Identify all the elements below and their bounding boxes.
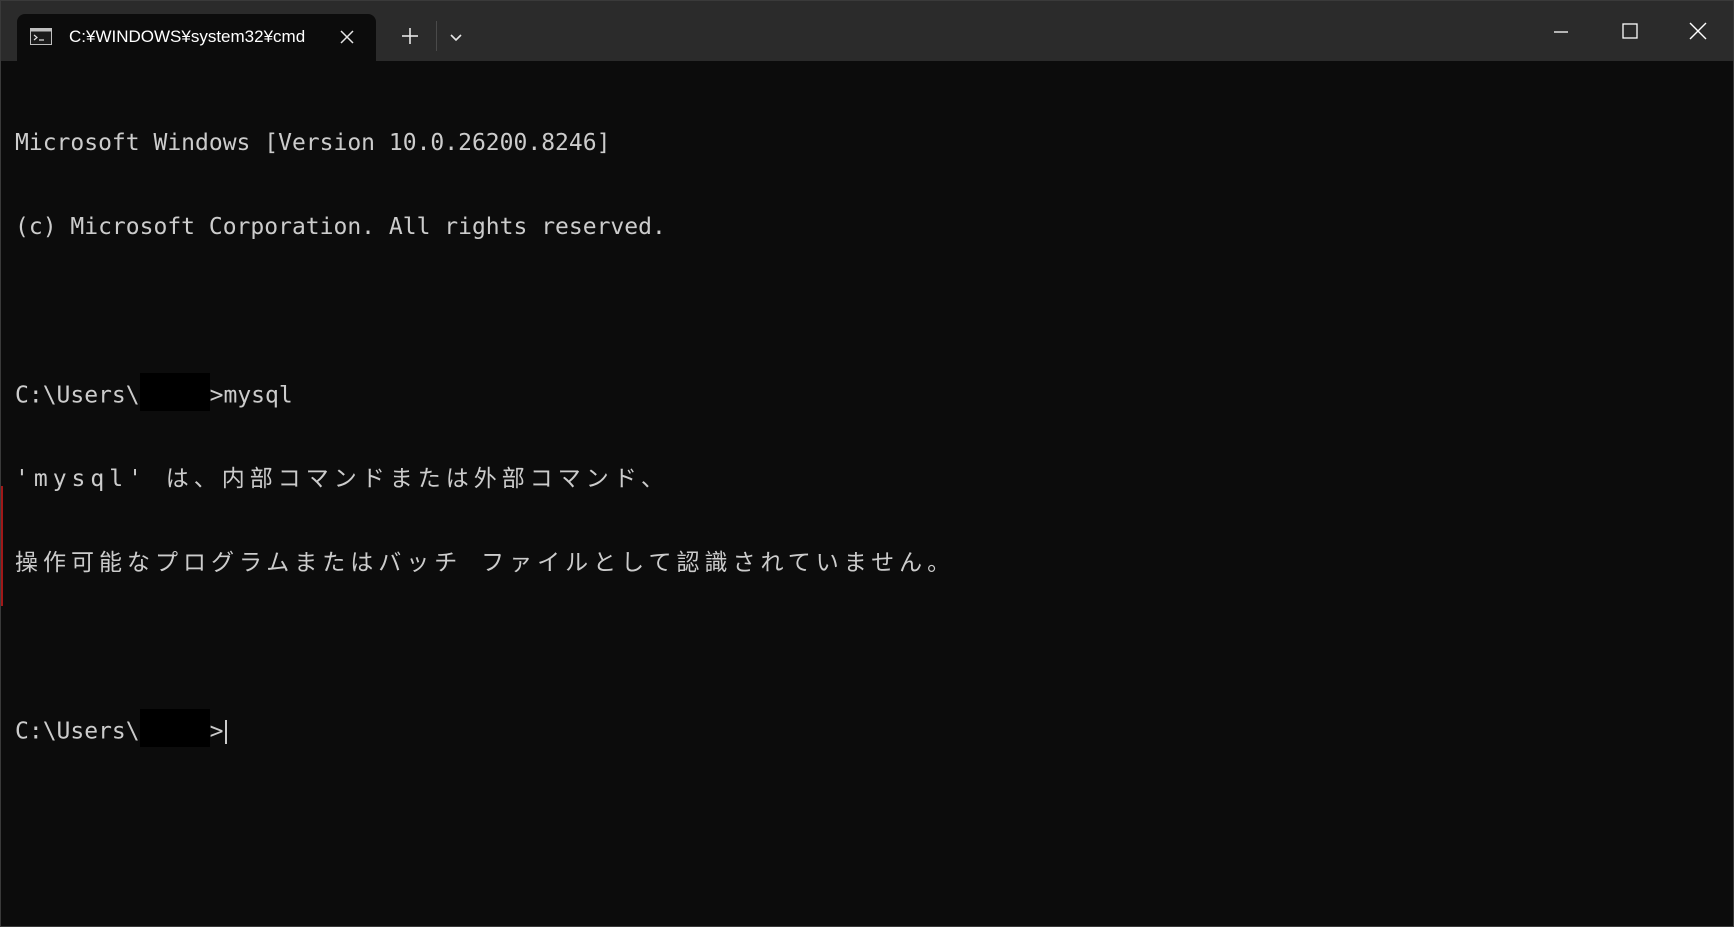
background-window-edge bbox=[1, 486, 3, 606]
terminal-window: C:¥WINDOWS¥system32¥cmd Microsoft Window… bbox=[0, 0, 1734, 927]
toolbar-divider bbox=[436, 21, 437, 51]
redacted-username bbox=[139, 709, 210, 747]
minimize-icon[interactable] bbox=[1541, 15, 1581, 47]
plus-icon[interactable] bbox=[397, 23, 423, 49]
tab-title: C:¥WINDOWS¥system32¥cmd bbox=[69, 27, 306, 46]
console-icon bbox=[30, 28, 52, 45]
terminal-line-error-1: 'mysql' は、内部コマンドまたは外部コマンド、 bbox=[15, 466, 669, 492]
tab-cmd[interactable]: C:¥WINDOWS¥system32¥cmd bbox=[17, 14, 376, 61]
prompt-path: C:\Users\ bbox=[15, 382, 140, 409]
terminal-line-prompt-current[interactable]: C:\Users\ > bbox=[15, 709, 1715, 747]
prompt-symbol: > bbox=[209, 718, 224, 745]
terminal-line-prompt-command: C:\Users\ >mysql bbox=[15, 373, 1715, 411]
redacted-username bbox=[139, 373, 210, 411]
chevron-down-icon[interactable] bbox=[444, 25, 468, 49]
maximize-icon[interactable] bbox=[1609, 15, 1649, 47]
text-cursor bbox=[225, 720, 228, 744]
terminal-line-copyright: (c) Microsoft Corporation. All rights re… bbox=[15, 214, 666, 240]
title-bar[interactable]: C:¥WINDOWS¥system32¥cmd bbox=[1, 1, 1733, 61]
terminal-line-error-2: 操作可能なプログラムまたはバッチ ファイルとして認識されていません。 bbox=[15, 550, 956, 576]
close-icon[interactable] bbox=[1678, 15, 1718, 47]
tab-close-icon[interactable] bbox=[337, 27, 357, 47]
command-text: >mysql bbox=[209, 382, 293, 409]
terminal-output[interactable]: Microsoft Windows [Version 10.0.26200.82… bbox=[15, 73, 1715, 913]
prompt-path: C:\Users\ bbox=[15, 718, 140, 745]
terminal-line-version: Microsoft Windows [Version 10.0.26200.82… bbox=[15, 130, 611, 156]
